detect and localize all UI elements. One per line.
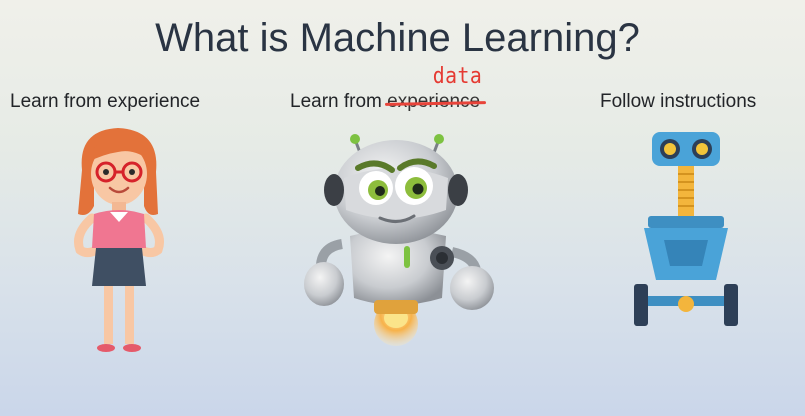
slide-title: What is Machine Learning? xyxy=(155,16,640,60)
label-prefix: Learn from xyxy=(290,91,388,112)
struck-word: experience xyxy=(385,91,487,112)
simple-robot-icon xyxy=(630,130,742,335)
label-learn-from-experience: Learn from experience xyxy=(10,91,201,112)
slide: What is Machine Learning? Learn from exp… xyxy=(0,0,805,416)
handwritten-annotation: data xyxy=(432,64,483,89)
label-learn-from-data: Learn from experience xyxy=(290,90,487,114)
robot-icon xyxy=(302,128,494,352)
label-follow-instructions: Follow instructions xyxy=(600,91,757,112)
girl-icon xyxy=(64,122,174,362)
